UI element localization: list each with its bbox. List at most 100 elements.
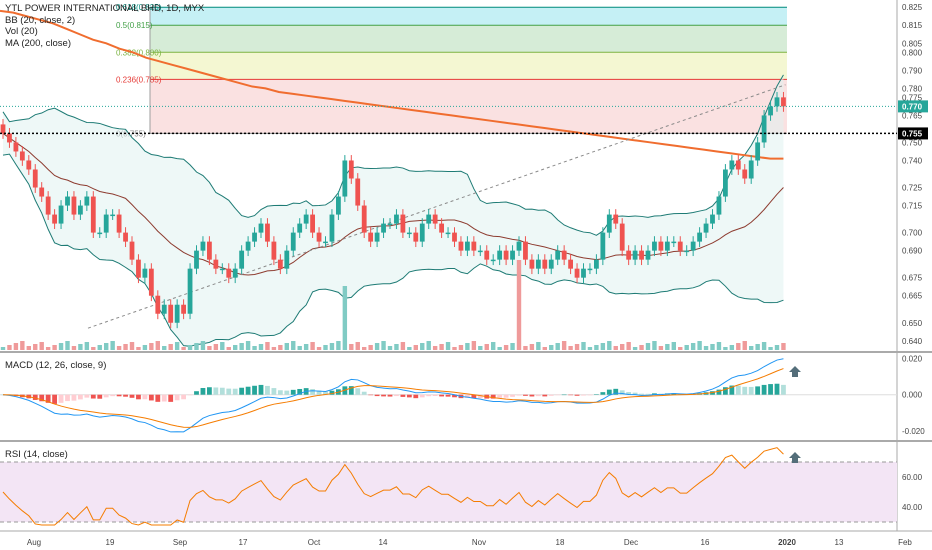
fib-zone [150, 25, 787, 53]
candle [381, 223, 386, 233]
macd-hist [497, 394, 503, 398]
macd-hist [258, 384, 264, 395]
volume-bar [26, 346, 31, 350]
volume-bar [684, 345, 689, 350]
candle [297, 223, 303, 233]
volume-bar [587, 347, 593, 350]
macd-hist [136, 394, 141, 400]
volume-bar [529, 344, 535, 350]
candle [129, 241, 135, 260]
macd-hist [529, 394, 535, 397]
macd-hist [516, 394, 522, 396]
volume-bar [374, 343, 380, 350]
volume-bar [645, 343, 651, 350]
candle [529, 259, 535, 269]
volume-bar [362, 347, 367, 350]
candle [639, 250, 644, 260]
macd-hist [432, 394, 438, 397]
volume-bar [52, 345, 57, 350]
candle [697, 232, 702, 242]
candle [432, 214, 438, 224]
macd-hist [226, 388, 232, 395]
candle [226, 268, 232, 278]
volume-bar [497, 347, 502, 350]
volume-bar [703, 346, 709, 350]
fib-zone [150, 52, 787, 80]
macd-hist [781, 384, 786, 395]
macd-hist [755, 386, 761, 395]
chart-canvas[interactable]: 0.618(0.825)0.5(0.815)0.382(0.800)0.236(… [0, 0, 932, 550]
macd-hist [439, 394, 444, 397]
candle [374, 232, 380, 242]
macd-hist [761, 384, 767, 395]
time-tick-label: Oct [308, 538, 321, 547]
volume-bar [761, 342, 767, 350]
volume-bar [749, 346, 754, 350]
candle [168, 304, 174, 323]
candle [329, 214, 335, 242]
candle [148, 268, 154, 296]
candle [535, 259, 541, 269]
level-label: 0.755 [902, 129, 923, 138]
volume-bar [665, 344, 670, 350]
candle [361, 205, 367, 233]
candle [510, 250, 515, 260]
macd-hist [503, 394, 509, 398]
candle [664, 241, 670, 251]
candle [323, 241, 328, 244]
volume-bar [613, 346, 618, 350]
candle [194, 250, 199, 269]
candle [710, 214, 715, 224]
time-tick-label: 2020 [778, 538, 796, 547]
macd-hist [239, 387, 245, 395]
candle [406, 232, 412, 235]
volume-bar [632, 347, 638, 350]
macd-hist [426, 394, 432, 397]
macd-hist [400, 394, 406, 397]
volume-bar [574, 344, 580, 350]
rsi-band [0, 462, 897, 522]
candle [394, 214, 399, 224]
macd-hist [290, 389, 296, 395]
volume-bar [342, 286, 348, 350]
volume-bar [445, 342, 451, 350]
macd-hist [277, 390, 283, 395]
macd-hist [116, 394, 122, 397]
macd-hist [581, 394, 586, 396]
time-tick-label: Feb [898, 538, 912, 547]
candle [90, 196, 96, 233]
candle [645, 250, 651, 260]
macd-hist [207, 387, 212, 395]
volume-bar [432, 346, 438, 350]
candle [587, 268, 593, 271]
volume-bar [252, 346, 257, 350]
candle [716, 196, 722, 215]
volume-bar [600, 343, 606, 350]
volume-bar [465, 343, 470, 350]
candle [161, 304, 167, 314]
macd-title: MACD (12, 26, close, 9) [5, 360, 107, 371]
candle [303, 214, 309, 224]
volume-bar [503, 345, 509, 350]
volume-bar [110, 341, 115, 350]
candle [703, 223, 709, 233]
candle [142, 268, 148, 278]
macd-hist [419, 394, 425, 398]
volume-bar [84, 342, 90, 350]
macd-hist [200, 388, 206, 395]
candle [316, 232, 322, 242]
price-tick-label: 0.700 [902, 229, 923, 238]
volume-bar [349, 344, 354, 350]
volume-bar [7, 345, 12, 350]
volume-bar [136, 347, 141, 350]
volume-bar [413, 345, 418, 350]
candle [348, 160, 354, 179]
macd-hist [548, 394, 554, 396]
volume-bar [20, 341, 25, 350]
macd-hist [542, 394, 548, 397]
volume-bar [162, 346, 167, 350]
candle [136, 259, 141, 278]
candle [445, 232, 451, 235]
volume-bar [478, 346, 483, 350]
candle [690, 241, 696, 251]
